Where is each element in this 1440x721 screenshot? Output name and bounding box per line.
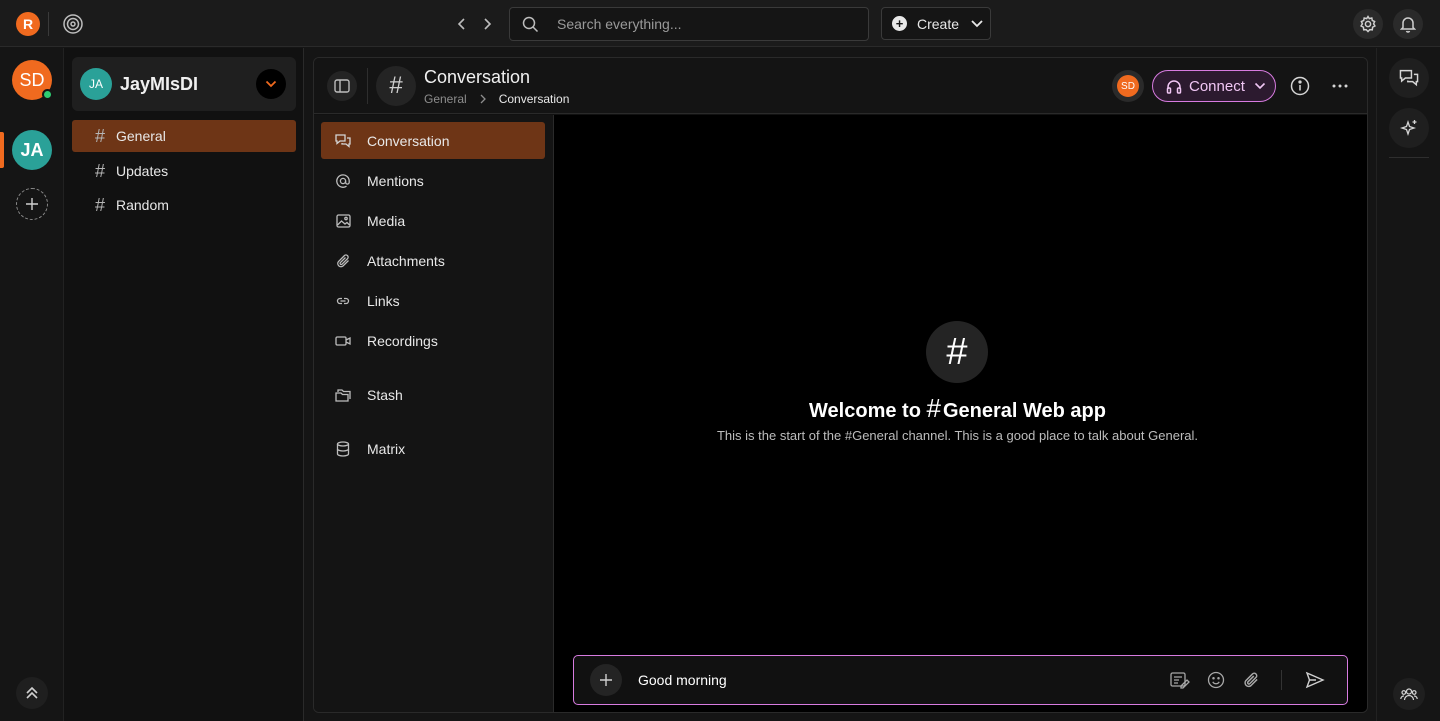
- plus-icon: [26, 198, 38, 210]
- ai-assistant-button[interactable]: [1389, 108, 1429, 148]
- create-label: Create: [917, 15, 960, 32]
- chat-bubbles-icon: [333, 133, 353, 149]
- divider: [48, 12, 49, 36]
- plus-icon: [600, 674, 612, 686]
- more-options-icon[interactable]: [1329, 75, 1351, 97]
- subnav-item-conversation[interactable]: Conversation: [321, 122, 545, 159]
- bell-icon[interactable]: [1393, 9, 1423, 39]
- app-logo[interactable]: R: [16, 12, 40, 36]
- online-status-dot: [42, 89, 53, 100]
- hash-icon: #: [926, 393, 941, 423]
- double-chevron-up-icon: [26, 686, 38, 699]
- subnav-item-attachments[interactable]: Attachments: [321, 242, 545, 279]
- active-indicator: [0, 132, 4, 168]
- breadcrumb-parent[interactable]: General: [424, 92, 467, 106]
- back-arrow-icon[interactable]: [450, 12, 474, 36]
- add-workspace-button[interactable]: [16, 188, 48, 220]
- chevron-down-icon: [265, 80, 277, 88]
- create-button[interactable]: + Create: [881, 7, 991, 40]
- workspace-header[interactable]: JA JayMIsDI: [72, 57, 296, 111]
- add-content-button[interactable]: [590, 664, 622, 696]
- message-composer[interactable]: [573, 655, 1348, 705]
- welcome-subtitle: This is the start of the #General channe…: [716, 428, 1199, 443]
- members-button[interactable]: [1393, 678, 1425, 710]
- hash-icon: #: [95, 125, 106, 146]
- image-icon: [333, 213, 353, 228]
- divider: [367, 68, 368, 104]
- paperclip-icon: [333, 253, 353, 269]
- right-rail: [1376, 48, 1440, 721]
- users-icon: [1400, 688, 1418, 701]
- gear-icon[interactable]: [1353, 9, 1383, 39]
- threads-button[interactable]: [1389, 58, 1429, 98]
- folders-icon: [333, 388, 353, 402]
- chevron-right-icon: [480, 94, 486, 104]
- channel-label: Updates: [116, 163, 169, 179]
- channel-header: # Conversation General Conversation SD C…: [314, 58, 1367, 114]
- channel-hash-icon: #: [376, 66, 416, 106]
- connect-label: Connect: [1189, 77, 1245, 95]
- at-icon: [333, 173, 353, 189]
- subnav-item-links[interactable]: Links: [321, 282, 545, 319]
- channel-item-general[interactable]: # General: [72, 120, 296, 152]
- connect-button[interactable]: Connect: [1152, 70, 1276, 102]
- channel-label: Random: [116, 197, 169, 213]
- search-icon: [522, 16, 539, 33]
- channel-hash-icon: #: [926, 321, 988, 383]
- channel-sidebar: JA JayMIsDI # General # Updates # Random: [64, 48, 304, 721]
- channel-item-updates[interactable]: # Updates: [72, 155, 296, 187]
- emoji-icon[interactable]: [1207, 671, 1225, 689]
- plus-circle-icon: +: [892, 16, 907, 31]
- workspace-avatar-small: JA: [80, 68, 112, 100]
- hash-icon: #: [95, 194, 106, 215]
- headphones-icon: [1166, 79, 1182, 94]
- subnav-item-mentions[interactable]: Mentions: [321, 162, 545, 199]
- info-icon[interactable]: [1289, 75, 1311, 97]
- subnav-item-media[interactable]: Media: [321, 202, 545, 239]
- radar-icon[interactable]: [61, 12, 85, 36]
- subnav-item-matrix[interactable]: Matrix: [321, 430, 545, 467]
- database-icon: [333, 440, 353, 457]
- link-icon: [333, 295, 353, 307]
- divider: [1281, 670, 1282, 690]
- main-panel: # Conversation General Conversation SD C…: [313, 57, 1368, 713]
- member-avatar-stack[interactable]: SD: [1112, 70, 1144, 102]
- attach-icon[interactable]: [1243, 671, 1260, 689]
- sparkle-icon: [1399, 119, 1417, 137]
- channel-subnav: Conversation Mentions Media Attachments …: [314, 115, 554, 712]
- page-title: Conversation: [424, 67, 531, 87]
- search-input[interactable]: [557, 16, 847, 32]
- forward-arrow-icon[interactable]: [475, 12, 499, 36]
- workspace-menu-button[interactable]: [256, 69, 286, 99]
- chevron-down-icon: [1254, 82, 1266, 90]
- top-bar: R + Create: [0, 0, 1440, 47]
- welcome-title: Welcome to # General Web app: [809, 393, 1106, 423]
- member-avatar: SD: [1117, 75, 1139, 97]
- send-icon[interactable]: [1305, 671, 1325, 689]
- conversation-area: # Welcome to # General Web app This is th…: [554, 115, 1367, 712]
- workspace-rail: SD JA: [0, 48, 64, 721]
- breadcrumb: General Conversation: [424, 92, 569, 106]
- workspace-avatar[interactable]: JA: [12, 130, 52, 170]
- chevron-down-icon: [970, 19, 984, 29]
- collapse-up-button[interactable]: [16, 677, 48, 709]
- search-bar[interactable]: [509, 7, 869, 41]
- channel-item-random[interactable]: # Random: [72, 189, 296, 221]
- video-icon: [333, 335, 353, 347]
- hash-icon: #: [95, 160, 106, 181]
- channel-label: General: [116, 128, 166, 144]
- workspace-name: JayMIsDI: [120, 73, 199, 94]
- divider: [1389, 157, 1429, 158]
- breadcrumb-current: Conversation: [498, 92, 570, 106]
- sidebar-panel-icon: [334, 79, 350, 93]
- toggle-sidebar-button[interactable]: [327, 71, 357, 101]
- formatting-icon[interactable]: [1170, 671, 1190, 689]
- subnav-item-stash[interactable]: Stash: [321, 376, 545, 413]
- chat-bubbles-icon: [1399, 69, 1419, 87]
- message-input[interactable]: [638, 672, 1138, 688]
- subnav-item-recordings[interactable]: Recordings: [321, 322, 545, 359]
